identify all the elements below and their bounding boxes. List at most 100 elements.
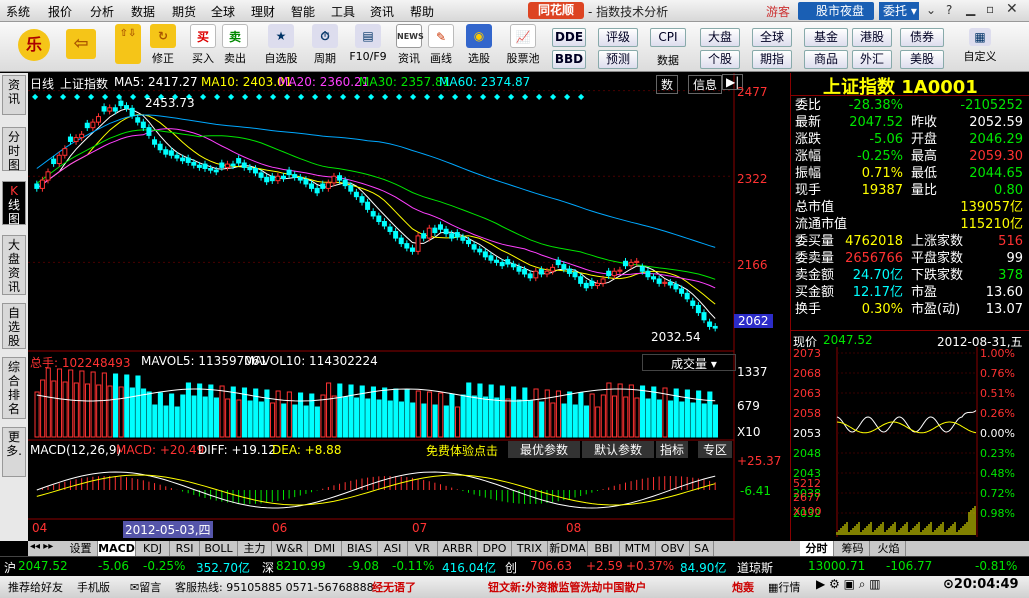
- custom-button[interactable]: ▦ 自定义: [958, 28, 1002, 64]
- market-button[interactable]: 大盘: [700, 28, 740, 47]
- data-label-button[interactable]: 数据: [650, 52, 686, 68]
- indicator-tab[interactable]: SA: [690, 541, 714, 556]
- tab-news[interactable]: 资讯: [2, 75, 26, 115]
- guest-label[interactable]: 游客: [766, 3, 790, 20]
- indicator-tab[interactable]: RSI: [170, 541, 200, 556]
- buy-button[interactable]: 买买入: [188, 24, 218, 66]
- sell-button[interactable]: 卖卖出: [220, 24, 250, 66]
- volume-indicator-select[interactable]: 成交量 ▾: [642, 354, 736, 371]
- close-icon[interactable]: ✕: [1006, 1, 1018, 17]
- stock-picker-button[interactable]: ◉ 选股: [462, 24, 496, 66]
- news-scroll-2[interactable]: 钮文新:外资撤监管洗劫中国散户: [488, 579, 646, 595]
- kline-chart-svg[interactable]: ◆ ◆ ◆ ◆ ◆ ◆ ◆ ◆ ◆ ◆ ◆ ◆ ◆ ◆ ◆ ◆ ◆ ◆ ◆ ◆ ◆ ◆ ◆ ◆ ◆ ◆ ◆ ◆ ◆ ◆ ◆ ◆ ◆ ◆ ◆ ◆ ◆ ◆ ◆ ◆: [28, 73, 798, 541]
- menu-finance[interactable]: 理财: [251, 3, 275, 20]
- indicator-tab[interactable]: BBI: [588, 541, 620, 556]
- dj-value[interactable]: 13000.71: [808, 559, 865, 573]
- tab-flame[interactable]: 火焰: [872, 541, 906, 556]
- bond-button[interactable]: 债券: [900, 28, 944, 47]
- hk-stock-button[interactable]: 港股: [852, 28, 892, 47]
- restore-icon[interactable]: ▫: [986, 2, 994, 16]
- help-icon[interactable]: ?: [946, 3, 952, 17]
- indicator-tab[interactable]: 主力: [238, 541, 272, 556]
- indicator-tab[interactable]: MTM: [620, 541, 656, 556]
- sh-value[interactable]: 2047.52: [18, 559, 68, 573]
- free-trial-link[interactable]: 免费体验点击: [426, 442, 498, 459]
- commodity-button[interactable]: 商品: [804, 50, 848, 69]
- us-stock-button[interactable]: 美股: [900, 50, 944, 69]
- dde-button[interactable]: DDE: [552, 28, 586, 47]
- tab-more[interactable]: 更多.: [2, 427, 26, 477]
- indicator-tab[interactable]: KDJ: [136, 541, 170, 556]
- rating-button[interactable]: 评级: [598, 28, 638, 47]
- scroll-left-icon[interactable]: ◂◂ ▸▸: [30, 541, 53, 552]
- menu-smart[interactable]: 智能: [291, 3, 315, 20]
- kline-chart-area[interactable]: ◆ ◆ ◆ ◆ ◆ ◆ ◆ ◆ ◆ ◆ ◆ ◆ ◆ ◆ ◆ ◆ ◆ ◆ ◆ ◆ ◆ ◆ ◆ ◆ ◆ ◆ ◆ ◆ ◆ ◆ ◆ ◆ ◆ ◆ ◆ ◆ ◆ ◆ ◆ ◆…: [28, 73, 798, 541]
- global-button[interactable]: 全球: [752, 28, 792, 47]
- weituo-button[interactable]: 委托 ▾: [879, 2, 919, 20]
- indicator-tab[interactable]: VR: [408, 541, 438, 556]
- updown-button[interactable]: ⇧⇩: [110, 24, 146, 66]
- info-button[interactable]: 信息: [688, 75, 723, 94]
- home-button[interactable]: 乐: [18, 29, 50, 63]
- message-link[interactable]: ✉留言: [130, 579, 161, 595]
- menu-system[interactable]: 系统: [6, 3, 30, 20]
- menu-analysis[interactable]: 分析: [90, 3, 114, 20]
- quotes-link[interactable]: ▦行情: [768, 579, 800, 595]
- sz-value[interactable]: 8210.99: [276, 559, 326, 573]
- fund-button[interactable]: 基金: [804, 28, 848, 47]
- indicator-tab[interactable]: MACD: [98, 541, 136, 556]
- indicator-tab[interactable]: ARBR: [438, 541, 478, 556]
- menu-news[interactable]: 资讯: [370, 3, 394, 20]
- indicator-tab[interactable]: DPO: [478, 541, 512, 556]
- tab-chips[interactable]: 筹码: [836, 541, 870, 556]
- news-scroll-1[interactable]: 经无语了: [372, 579, 416, 595]
- indicator-tab[interactable]: 设置: [64, 541, 98, 556]
- watchlist-button[interactable]: ★ 自选股: [262, 24, 300, 66]
- period-label[interactable]: 日线: [30, 75, 54, 92]
- menu-global[interactable]: 全球: [211, 3, 235, 20]
- menu-tools[interactable]: 工具: [331, 3, 355, 20]
- period-button[interactable]: ⏱ 周期: [308, 24, 342, 66]
- f10-button[interactable]: ▤ F10/F9: [346, 24, 390, 63]
- indicator-tab[interactable]: DMI: [308, 541, 342, 556]
- indicator-tab[interactable]: ASI: [378, 541, 408, 556]
- menu-quote[interactable]: 报价: [48, 3, 72, 20]
- menu-data[interactable]: 数据: [131, 3, 155, 20]
- news-scroll-3[interactable]: 炮轰: [732, 579, 754, 595]
- minute-chart[interactable]: 2073 1.00% 2068 0.76% 2063 0.51% 2058 0.26% 2053…: [791, 347, 1029, 537]
- news-button[interactable]: NEWS 资讯: [394, 24, 424, 66]
- night-trading-button[interactable]: 股市夜盘: [798, 2, 874, 20]
- default-params-button[interactable]: 默认参数: [582, 441, 654, 458]
- tab-timeshare[interactable]: 分时图: [2, 127, 26, 172]
- indicator-tab[interactable]: OBV: [656, 541, 690, 556]
- recommend-link[interactable]: 推荐给好友: [8, 579, 63, 595]
- index-futures-button[interactable]: 期指: [752, 50, 792, 69]
- menu-futures[interactable]: 期货: [172, 3, 196, 20]
- refresh-button[interactable]: ↻ 修正: [148, 24, 178, 66]
- menu-dropdown-icon[interactable]: ⌄: [926, 3, 936, 17]
- stock-pool-button[interactable]: 📈 股票池: [504, 24, 542, 66]
- forecast-button[interactable]: 预测: [598, 50, 638, 69]
- mobile-link[interactable]: 手机版: [77, 579, 110, 595]
- minimize-icon[interactable]: ▁: [966, 2, 975, 16]
- stocks-button[interactable]: 个股: [700, 50, 740, 69]
- forex-button[interactable]: 外汇: [852, 50, 892, 69]
- zone-button[interactable]: 专区: [698, 441, 732, 458]
- best-params-button[interactable]: 最优参数: [508, 441, 580, 458]
- indicator-tab[interactable]: W&R: [272, 541, 308, 556]
- tab-watchlist[interactable]: 自选股: [2, 303, 26, 349]
- cy-value[interactable]: 706.63: [530, 559, 572, 573]
- menu-help[interactable]: 帮助: [410, 3, 434, 20]
- indicator-tab[interactable]: BOLL: [200, 541, 238, 556]
- draw-line-button[interactable]: ✎ 画线: [426, 24, 456, 66]
- data-window-button[interactable]: 数: [656, 75, 679, 94]
- tab-ranking[interactable]: 综合排名: [2, 357, 26, 419]
- status-icons[interactable]: ▶ ⚙ ▣ ⌕ ▥: [816, 577, 881, 592]
- indicator-tab[interactable]: BIAS: [342, 541, 378, 556]
- bbd-button[interactable]: BBD: [552, 50, 586, 69]
- indicator-tab[interactable]: 新DMA: [548, 541, 588, 556]
- indicator-tab[interactable]: TRIX: [512, 541, 548, 556]
- tab-minute[interactable]: 分时: [800, 541, 834, 556]
- cpi-button[interactable]: CPI: [650, 28, 686, 47]
- back-button[interactable]: ⇦: [66, 29, 96, 61]
